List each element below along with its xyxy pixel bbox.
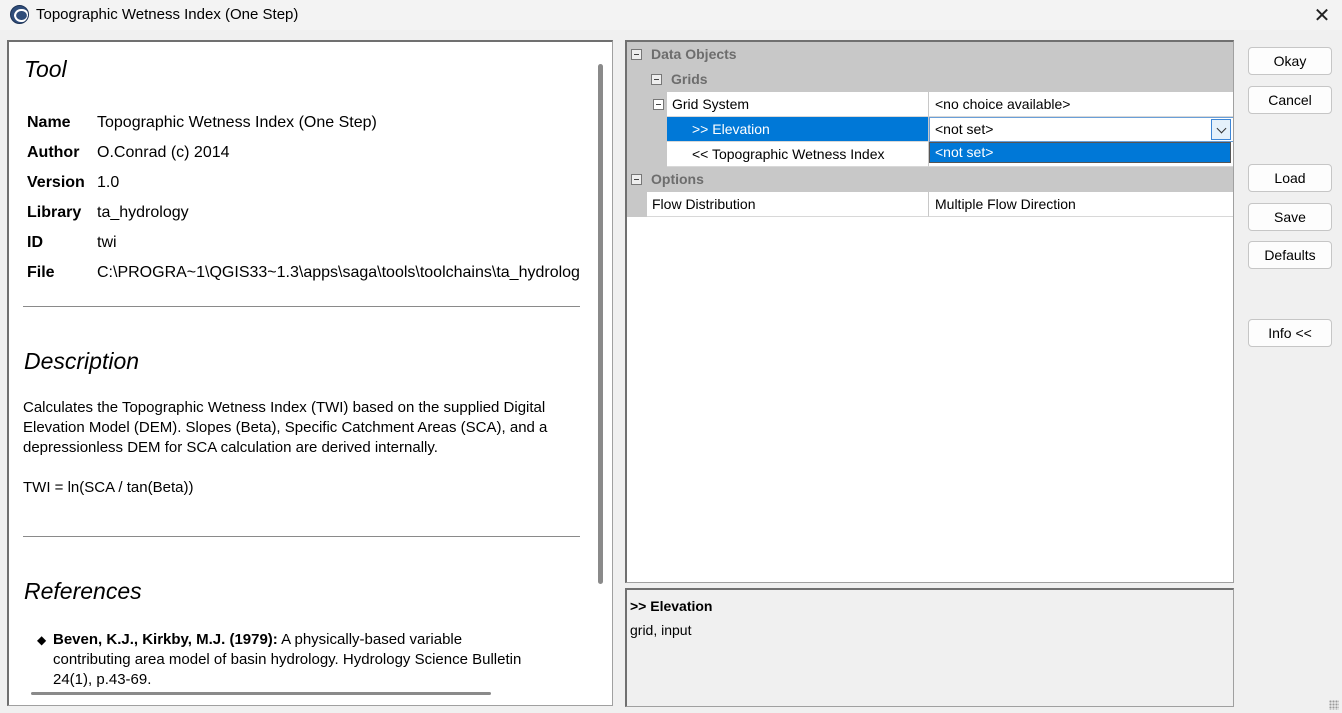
row-gutter [647, 142, 667, 167]
title-bar: Topographic Wetness Index (One Step) ✕ [0, 0, 1342, 30]
property-name-cell: Flow Distribution [647, 192, 929, 217]
collapse-icon[interactable] [651, 74, 662, 85]
defaults-button[interactable]: Defaults [1248, 241, 1332, 269]
property-name-cell: Grid System [667, 92, 929, 117]
meta-value: twi [97, 234, 117, 251]
meta-key: Version [27, 174, 85, 191]
meta-value: ta_hydrology [97, 204, 189, 221]
row-gutter [627, 142, 647, 167]
meta-key: Name [27, 114, 71, 131]
resize-grip-icon[interactable] [1329, 700, 1339, 710]
load-button[interactable]: Load [1248, 164, 1332, 192]
dropdown-option[interactable]: <not set> [929, 142, 1231, 163]
property-grid-system[interactable]: Grid System <no choice available> [627, 92, 1233, 117]
saga-globe-icon [10, 5, 29, 24]
row-gutter [627, 92, 647, 117]
meta-key: Library [27, 204, 82, 221]
category-grids[interactable]: Grids [627, 67, 1233, 92]
row-gutter [647, 117, 667, 142]
info-title: >> Elevation [630, 598, 713, 614]
meta-value: 1.0 [97, 174, 120, 191]
window-title: Topographic Wetness Index (One Step) [36, 6, 299, 23]
meta-key: ID [27, 234, 43, 251]
category-label: Data Objects [651, 46, 737, 62]
formula-text: TWI = ln(SCA / tan(Beta)) [23, 479, 194, 496]
description-heading: Description [24, 348, 140, 374]
parameter-info-panel: >> Elevation grid, input [625, 588, 1234, 707]
collapse-icon[interactable] [631, 174, 642, 185]
meta-value: Topographic Wetness Index (One Step) [97, 114, 377, 131]
meta-row: Author O.Conrad (c) 2014 [27, 138, 580, 168]
tool-meta-table: Name Topographic Wetness Index (One Step… [27, 108, 580, 288]
property-name-cell: >> Elevation [667, 117, 929, 142]
meta-row: File C:\PROGRA~1\QGIS33~1.3\apps\saga\to… [27, 258, 580, 288]
meta-value: O.Conrad (c) 2014 [97, 144, 230, 161]
property-label: << Topographic Wetness Index [692, 146, 885, 162]
meta-key: Author [27, 144, 80, 161]
property-label: Flow Distribution [652, 196, 756, 212]
property-elevation[interactable]: >> Elevation <not set> [627, 117, 1233, 142]
collapse-icon[interactable] [631, 49, 642, 60]
meta-value: C:\PROGRA~1\QGIS33~1.3\apps\saga\tools\t… [97, 264, 580, 281]
save-button[interactable]: Save [1248, 203, 1332, 231]
info-body: grid, input [630, 622, 692, 638]
category-data-objects[interactable]: Data Objects [627, 42, 1233, 67]
row-gutter [627, 192, 647, 217]
property-flow-distribution[interactable]: Flow Distribution Multiple Flow Directio… [627, 192, 1233, 217]
vertical-scrollbar[interactable] [598, 64, 603, 584]
reference-authors: Beven, K.J., Kirkby, M.J. (1979): [53, 631, 278, 648]
close-icon[interactable]: ✕ [1302, 0, 1342, 30]
tool-heading: Tool [24, 56, 67, 82]
meta-key: File [27, 264, 55, 281]
parameters-grid[interactable]: Data Objects Grids Grid System <no choic… [625, 40, 1234, 583]
meta-row: Version 1.0 [27, 168, 580, 198]
category-options[interactable]: Options [627, 167, 1233, 192]
meta-row: Library ta_hydrology [27, 198, 580, 228]
property-label: >> Elevation [692, 121, 770, 137]
references-heading: References [24, 578, 142, 604]
okay-button[interactable]: Okay [1248, 47, 1332, 75]
reference-item: ◆ Beven, K.J., Kirkby, M.J. (1979): A ph… [37, 630, 523, 690]
category-label: Options [651, 171, 704, 187]
property-label: Grid System [672, 96, 750, 112]
property-value[interactable]: Multiple Flow Direction [929, 192, 1233, 217]
bullet-icon: ◆ [37, 633, 47, 647]
cancel-button[interactable]: Cancel [1248, 86, 1332, 114]
property-name-cell: << Topographic Wetness Index [667, 142, 929, 167]
row-gutter [627, 117, 647, 142]
info-toggle-button[interactable]: Info << [1248, 319, 1332, 347]
meta-row: Name Topographic Wetness Index (One Step… [27, 108, 580, 138]
tool-description-panel[interactable]: Tool Name Topographic Wetness Index (One… [7, 40, 613, 706]
chevron-down-icon[interactable] [1211, 119, 1231, 140]
divider [23, 306, 580, 307]
meta-row: ID twi [27, 228, 580, 258]
property-value[interactable]: <no choice available> [929, 92, 1233, 117]
horizontal-scrollbar[interactable] [31, 692, 491, 695]
collapse-icon[interactable] [653, 99, 664, 110]
combobox-value: <not set> [935, 121, 994, 137]
elevation-combobox[interactable]: <not set> [929, 117, 1233, 142]
category-label: Grids [671, 71, 708, 87]
description-text: Calculates the Topographic Wetness Index… [23, 399, 548, 456]
divider [23, 536, 580, 537]
